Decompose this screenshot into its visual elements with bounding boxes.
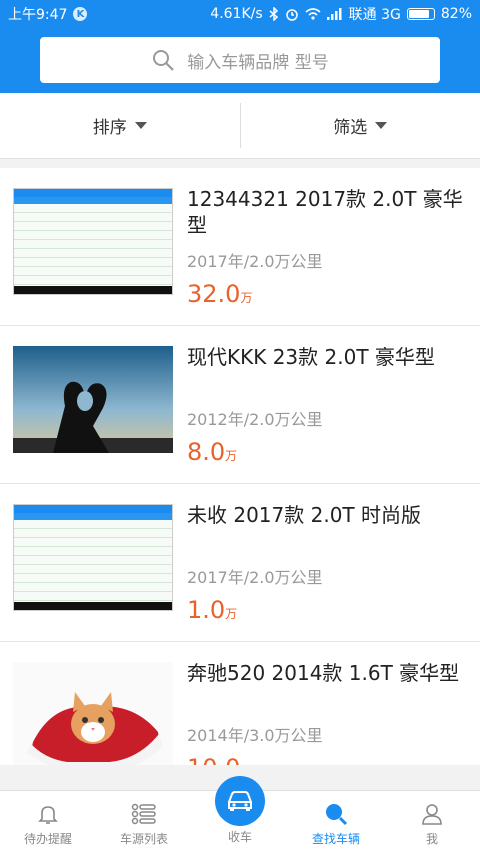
sort-button[interactable]: 排序 [0,93,240,158]
vehicle-thumbnail [13,346,173,453]
vehicle-thumbnail [13,504,173,611]
listing-price: 1.0万 [187,596,238,624]
nav-todo-label: 待办提醒 [23,832,72,846]
list-item[interactable]: 12344321 2017款 2.0T 豪华型 2017年/2.0万公里 32.… [0,168,480,326]
listing-price: 8.0万 [187,438,238,466]
listing-meta: 2017年/2.0万公里 [187,568,323,587]
nav-list-label: 车源列表 [119,832,168,846]
listing-price: 10.0万 [187,754,252,765]
filter-label: 筛选 [333,118,368,138]
network-speed: 4.61K/s [210,6,263,22]
search-placeholder: 输入车辆品牌 型号 [187,52,329,73]
nav-collect-label: 收车 [227,830,252,844]
list-item[interactable]: 奔驰520 2014款 1.6T 豪华型 2014年/3.0万公里 10.0万 [0,642,480,765]
search-icon [153,50,175,71]
nav-me[interactable]: 我 [384,791,480,853]
collect-car-button[interactable] [215,776,265,826]
signal-icon [326,8,342,20]
search-input[interactable]: 输入车辆品牌 型号 [40,37,440,83]
listing-meta: 2017年/2.0万公里 [187,252,323,271]
listing-price: 32.0万 [187,280,253,308]
filter-bar: 排序 筛选 [0,93,480,159]
bluetooth-icon [269,7,278,21]
listing-title: 现代KKK 23款 2.0T 豪华型 [187,345,435,369]
search-icon [326,804,348,826]
caret-down-icon [134,122,147,129]
header-bar: 上午9:47 K 4.61K/s 联通 3G 82% 输入车辆品牌 型号 [0,0,480,93]
battery-icon [406,8,435,20]
sort-label: 排序 [92,118,127,138]
list-icon [131,803,156,825]
app-screenshot-image [13,504,173,611]
vehicle-list[interactable]: 12344321 2017款 2.0T 豪华型 2017年/2.0万公里 32.… [0,168,480,765]
bell-icon [38,806,58,824]
listing-title: 奔驰520 2014款 1.6T 豪华型 [187,661,460,685]
vehicle-thumbnail [13,662,173,765]
nav-todo[interactable]: 待办提醒 [0,791,96,853]
carrier-label: 联通 3G [348,7,401,23]
list-item[interactable]: 现代KKK 23款 2.0T 豪华型 2012年/2.0万公里 8.0万 [0,326,480,484]
app-screenshot-image [13,188,173,295]
listing-meta: 2012年/2.0万公里 [187,410,323,429]
nav-list[interactable]: 车源列表 [96,791,192,853]
alarm-icon [285,9,298,21]
heart-hands-photo [13,346,173,453]
car-icon [228,791,252,811]
kitten-photo [13,662,173,765]
filter-button[interactable]: 筛选 [241,93,480,158]
nav-me-label: 我 [425,832,438,846]
battery-level: 82% [440,6,472,22]
status-bar: 上午9:47 K 4.61K/s 联通 3G 82% [0,0,480,28]
listing-meta: 2014年/3.0万公里 [187,726,323,745]
status-time: 上午9:47 [8,7,68,23]
user-icon [422,804,442,825]
listing-title: 12344321 2017款 2.0T 豪华型 [187,187,463,237]
wifi-icon [305,8,321,20]
caret-down-icon [375,122,388,129]
listing-title: 未收 2017款 2.0T 时尚版 [187,503,421,527]
nav-find-label: 查找车辆 [311,832,360,846]
vehicle-thumbnail [13,188,173,295]
nav-find[interactable]: 查找车辆 [288,791,384,853]
app-badge-icon: K [73,7,88,21]
list-item[interactable]: 未收 2017款 2.0T 时尚版 2017年/2.0万公里 1.0万 [0,484,480,642]
